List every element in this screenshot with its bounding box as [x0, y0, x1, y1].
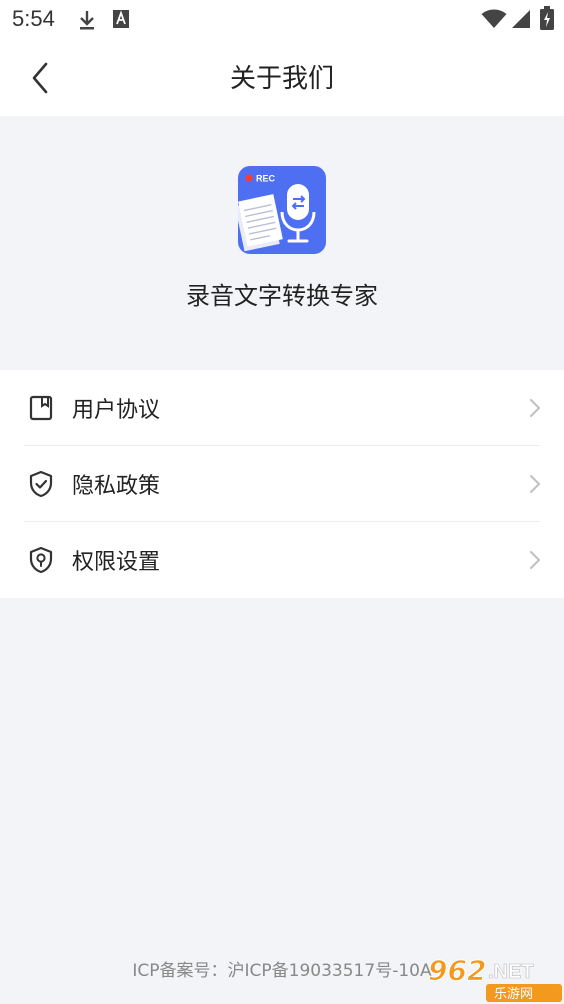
signal-icon: [512, 10, 530, 28]
chevron-right-icon: [530, 399, 541, 417]
status-time: 5:54: [12, 6, 55, 31]
menu-item-label: 权限设置: [72, 550, 161, 575]
menu-item-user-agreement[interactable]: 用户协议: [0, 370, 564, 446]
font-a-icon: [113, 10, 129, 28]
app-logo-icon: REC: [238, 166, 326, 254]
site-watermark: 962 .NET 乐游网: [428, 954, 562, 1002]
settings-menu: 用户协议 隐私政策 权限设置: [0, 370, 564, 598]
menu-item-privacy-policy[interactable]: 隐私政策: [0, 446, 564, 522]
chevron-right-icon: [530, 475, 541, 493]
menu-item-label: 隐私政策: [72, 474, 161, 499]
download-icon: [80, 11, 94, 30]
app-info: REC 录音文字转换专家: [0, 116, 564, 370]
watermark-domain: .NET: [488, 961, 534, 983]
battery-icon: [540, 6, 554, 30]
chevron-right-icon: [530, 551, 541, 569]
wifi-icon: [481, 9, 507, 28]
shield-lock-icon: [29, 546, 53, 574]
page-title: 关于我们: [229, 64, 334, 94]
menu-item-permission-settings[interactable]: 权限设置: [0, 522, 564, 598]
bookmark-doc-icon: [29, 395, 53, 421]
header: 关于我们: [0, 40, 564, 116]
menu-item-label: 用户协议: [72, 398, 161, 423]
shield-check-icon: [29, 470, 53, 498]
watermark-sub: 乐游网: [494, 987, 533, 1002]
app-name: 录音文字转换专家: [186, 282, 378, 310]
watermark-number: 962: [428, 954, 486, 987]
rec-badge: REC: [256, 174, 276, 184]
status-bar: 5:54: [0, 0, 564, 40]
